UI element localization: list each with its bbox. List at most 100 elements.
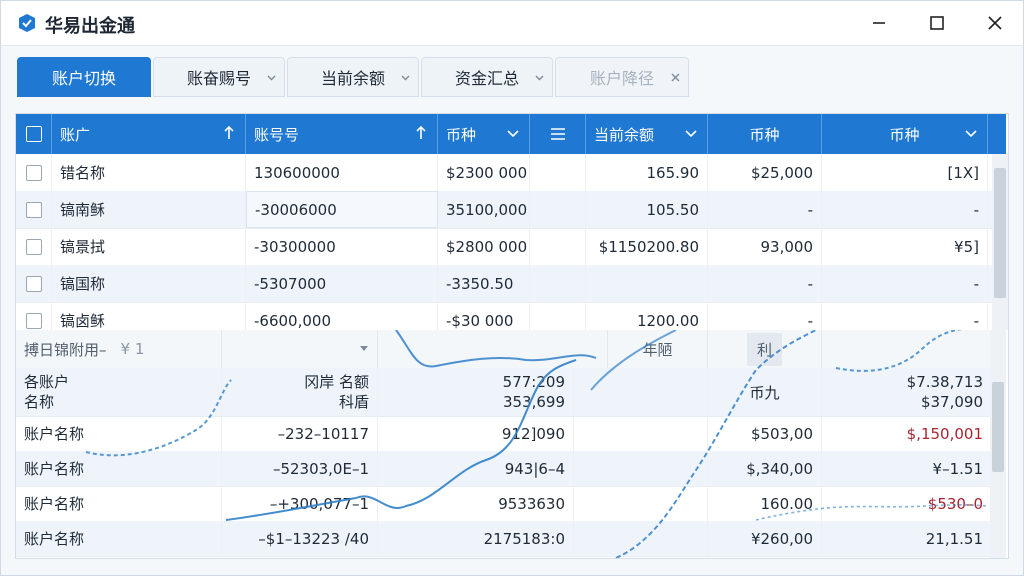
cell-name: 镐卤稣: [52, 302, 246, 330]
maximize-button[interactable]: [921, 9, 953, 37]
cell-amount: -3350.50: [438, 265, 530, 302]
cell-currency-2: [1X]: [822, 154, 988, 191]
sort-up-icon[interactable]: [415, 125, 427, 141]
title-bar: 华易出金通: [1, 1, 1023, 46]
summary-row[interactable]: 各账户 名称 冈岸 名额 科盾 577:209 353,699 币九 $7.38…: [16, 368, 992, 417]
lower-scrollbar[interactable]: [990, 330, 1006, 558]
summary-name: 账户名称: [16, 451, 222, 486]
summary-v2: 912]090: [378, 416, 574, 451]
col-header-currency-3[interactable]: 币种: [822, 114, 988, 154]
row-checkbox[interactable]: [25, 275, 42, 292]
cell-amount: $2800 000: [438, 228, 530, 265]
summary-v3: 币九: [708, 368, 822, 416]
tab-account-number[interactable]: 账奋赐号: [153, 57, 285, 97]
summary-v4: $530–0: [822, 486, 992, 521]
cell-currency-2: -: [822, 302, 988, 330]
summary-name: 账户名称: [16, 521, 222, 556]
cell-amount: 35100,000: [438, 191, 530, 228]
col-year[interactable]: 年陋: [608, 330, 708, 368]
col-header-currency[interactable]: 币种: [438, 114, 530, 154]
filter-dropdown-icon[interactable]: [965, 130, 977, 138]
cell-account[interactable]: -30006000: [246, 191, 438, 228]
col-header-account-number[interactable]: 账号号: [246, 114, 438, 154]
cell-currency-2: -: [822, 191, 988, 228]
summary-v3: $503,00: [708, 416, 822, 451]
chevron-down-icon: [535, 75, 544, 81]
table-row[interactable]: 镐卤稣 -6600,000 -$30 000 1200.00 - -: [16, 302, 992, 331]
summary-v1: –52303,0E–1: [222, 451, 378, 486]
summary-v1: –$1–13223 /40: [222, 521, 378, 556]
chevron-down-icon: [401, 75, 410, 81]
cell-currency: -: [708, 265, 822, 302]
select-all-checkbox[interactable]: [25, 126, 42, 142]
cell-name: 镐南稣: [52, 191, 246, 228]
grid-header: 账广 账号号 币种 当前余额 币种 币种: [16, 114, 1006, 154]
cell-balance: $1150200.80: [586, 228, 708, 265]
maximize-icon: [930, 16, 944, 30]
row-checkbox[interactable]: [25, 312, 42, 329]
cell-balance: 165.90: [586, 154, 708, 191]
summary-row[interactable]: 账户名称 –232–10117 912]090 $503,00 $,150,00…: [16, 416, 992, 452]
tab-current-balance[interactable]: 当前余额: [287, 57, 419, 97]
col-header-menu[interactable]: [530, 114, 586, 154]
table-row[interactable]: 镐景拭 -30300000 $2800 000 $1150200.80 93,0…: [16, 228, 992, 266]
tab-account-path[interactable]: 账户降径: [555, 57, 689, 97]
cell-balance: [586, 265, 708, 302]
summary-v1: –232–10117: [222, 416, 378, 451]
summary-v4: ¥–1.51: [822, 451, 992, 486]
table-row[interactable]: 镐南稣 -30006000 35100,000 105.50 - -: [16, 191, 992, 229]
summary-v2: 943|6–4: [378, 451, 574, 486]
app-title: 华易出金通: [45, 16, 135, 37]
summary-v1: 冈岸 名额 科盾: [222, 368, 378, 416]
col-header-account[interactable]: 账广: [52, 114, 246, 154]
sort-up-icon[interactable]: [223, 125, 235, 141]
row-checkbox[interactable]: [25, 201, 42, 218]
app-window: 华易出金通 账户切换 账奋赐号 当前余额 资金汇总 账户降径 账广 账号号 币种…: [0, 0, 1024, 576]
filter-dropdown-icon[interactable]: [507, 130, 519, 138]
cell-currency: -: [708, 191, 822, 228]
cell-balance: 105.50: [586, 191, 708, 228]
scrollbar-thumb[interactable]: [994, 168, 1006, 298]
cell-amount: $2300 000: [438, 154, 530, 191]
app-logo-icon: [19, 14, 35, 32]
col-header-balance[interactable]: 当前余额: [586, 114, 708, 154]
cell-account: -6600,000: [246, 302, 438, 330]
cell-account: -30300000: [246, 228, 438, 265]
menu-icon[interactable]: [550, 128, 566, 140]
row-checkbox[interactable]: [25, 164, 42, 181]
summary-row[interactable]: 账户名称 –52303,0E–1 943|6–4 $,340,00 ¥–1.51: [16, 451, 992, 487]
filter-label: 搏日锦附用– ¥ 1: [16, 330, 222, 368]
col-profit[interactable]: 利: [708, 330, 822, 368]
tab-funds-summary[interactable]: 资金汇总: [421, 57, 553, 97]
col-header-currency-2[interactable]: 币种: [708, 114, 822, 154]
summary-v2: 2175183:0: [378, 521, 574, 556]
row-checkbox[interactable]: [25, 238, 42, 255]
cell-name: 镐景拭: [52, 228, 246, 265]
table-row[interactable]: 镐国称 -5307000 -3350.50 - -: [16, 265, 992, 303]
summary-name: 账户名称: [16, 416, 222, 451]
summary-v3: ¥260,00: [708, 521, 822, 556]
chevron-down-icon: [267, 75, 276, 81]
close-button[interactable]: [979, 9, 1011, 37]
filter-dropdown-icon[interactable]: [685, 130, 697, 138]
cell-currency: $25,000: [708, 154, 822, 191]
cell-currency-2: -: [822, 265, 988, 302]
summary-v1: –+300,077–1: [222, 486, 378, 521]
tab-account-switch[interactable]: 账户切换: [17, 57, 151, 97]
select-all-cell: [16, 114, 52, 154]
tab-bar: 账户切换 账奋赐号 当前余额 资金汇总 账户降径: [15, 57, 1005, 99]
summary-row[interactable]: 账户名称 –+300,077–1 9533630 160.00 $530–0: [16, 486, 992, 522]
cell-account: -5307000: [246, 265, 438, 302]
table-row[interactable]: 错名称 130600000 $2300 000 165.90 $25,000 […: [16, 154, 992, 192]
summary-row[interactable]: 账户名称 –$1–13223 /40 2175183:0 ¥260,00 21,…: [16, 521, 992, 557]
cell-name: 镐国称: [52, 265, 246, 302]
cell-name: 错名称: [52, 154, 246, 191]
cell-amount: -$30 000: [438, 302, 530, 330]
upper-scrollbar[interactable]: [992, 154, 1008, 330]
scrollbar-thumb[interactable]: [992, 382, 1004, 472]
minimize-button[interactable]: [863, 9, 895, 37]
summary-v3: $,340,00: [708, 451, 822, 486]
filter-dropdown[interactable]: [222, 330, 378, 368]
summary-name: 账户名称: [16, 486, 222, 521]
chevron-down-icon: [360, 346, 368, 351]
